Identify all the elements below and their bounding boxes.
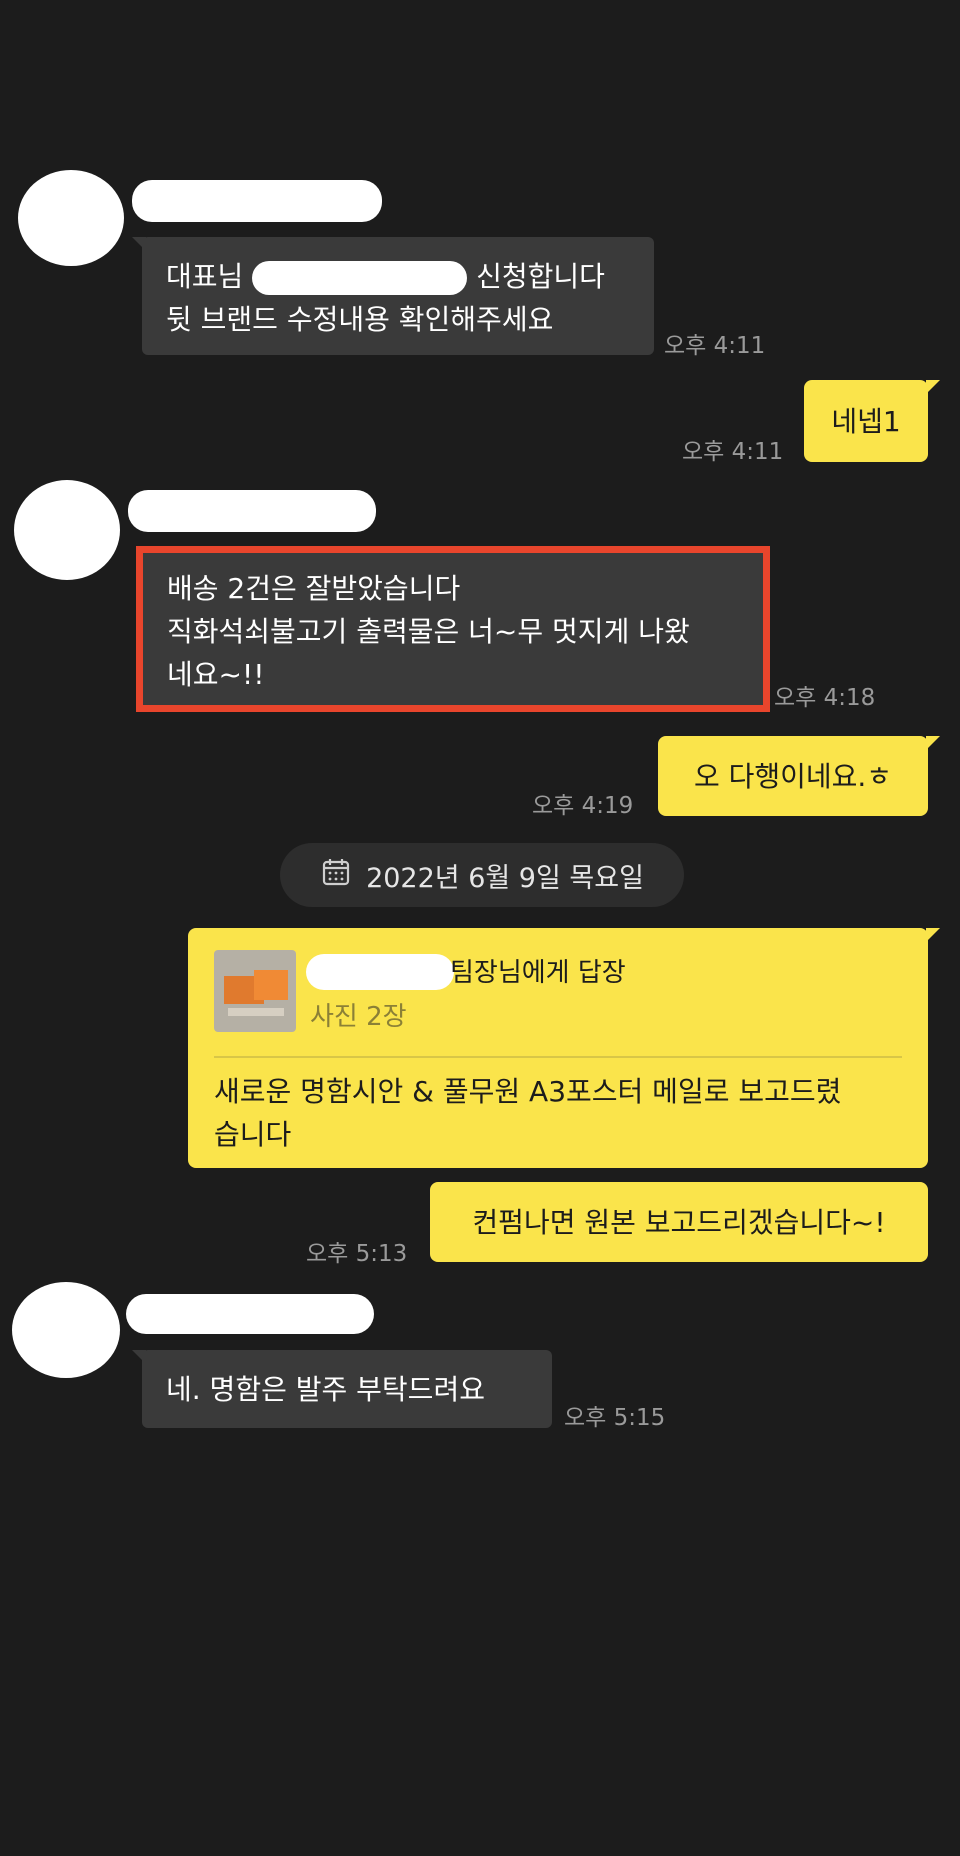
bubble-tail: [926, 736, 940, 750]
message-text: 배송 2건은 잘받았습니다: [167, 572, 461, 605]
bubble-tail: [926, 380, 940, 394]
reply-thumbnail[interactable]: [214, 950, 296, 1032]
highlighted-message[interactable]: 배송 2건은 잘받았습니다 직화석쇠불고기 출력물은 너~무 멋지게 나왔 네요…: [136, 546, 770, 712]
reply-divider: [214, 1056, 902, 1058]
bubble-tail: [132, 237, 146, 251]
date-divider: 2022년 6월 9일 목요일: [280, 843, 684, 907]
date-label: 2022년 6월 9일 목요일: [366, 862, 644, 894]
reply-message[interactable]: 팀장님에게 답장 사진 2장 새로운 명함시안 & 풀무원 A3포스터 메일로 …: [188, 928, 940, 1168]
message-time: 오후 4:11: [664, 333, 766, 359]
message-bubble[interactable]: 대표님 신청합니다 뒷 브랜드 수정내용 확인해주세요: [132, 237, 654, 355]
redacted-text: [252, 261, 468, 295]
message-time: 오후 5:15: [564, 1405, 666, 1431]
message-bubble[interactable]: 오 다행이네요.ㅎ: [658, 736, 940, 816]
message-bubble[interactable]: 네. 명함은 발주 부탁드려요: [132, 1350, 552, 1428]
bubble-tail: [926, 928, 940, 942]
message-text: 네요~!!: [167, 658, 265, 691]
message-text: 네. 명함은 발주 부탁드려요: [166, 1372, 485, 1406]
avatar[interactable]: [14, 480, 120, 580]
message-time: 오후 4:19: [532, 793, 634, 819]
message-text: 직화석쇠불고기 출력물은 너~무 멋지게 나왔: [167, 615, 690, 648]
message-text: 네넵1: [831, 404, 901, 438]
sender-name-redacted: [128, 490, 376, 532]
message-bubble[interactable]: 네넵1: [804, 380, 940, 462]
message-time: 오후 5:13: [306, 1241, 408, 1267]
message-text: 새로운 명함시안 & 풀무원 A3포스터 메일로 보고드렸: [214, 1075, 842, 1108]
message-text: 신청합니다: [476, 260, 605, 293]
message-text: 습니다: [214, 1118, 292, 1151]
sender-name-redacted: [126, 1294, 374, 1334]
reply-preview: 사진 2장: [310, 1002, 407, 1032]
sender-name-redacted: [132, 180, 382, 222]
message-text: 대표님: [166, 260, 244, 293]
message-time: 오후 4:18: [774, 685, 876, 711]
message-text: 뒷 브랜드 수정내용 확인해주세요: [166, 303, 554, 336]
message-text: 컨펌나면 원본 보고드리겠습니다~!: [472, 1205, 886, 1239]
message-bubble[interactable]: 컨펌나면 원본 보고드리겠습니다~!: [430, 1182, 928, 1262]
redacted-text: [306, 954, 454, 990]
message-time: 오후 4:11: [682, 439, 784, 465]
calendar-icon: [320, 856, 352, 895]
message-text: 오 다행이네요.ㅎ: [693, 759, 893, 793]
reply-target: 팀장님에게 답장: [450, 958, 626, 988]
avatar[interactable]: [12, 1282, 120, 1378]
bubble-tail: [132, 1350, 146, 1364]
avatar[interactable]: [18, 170, 124, 266]
